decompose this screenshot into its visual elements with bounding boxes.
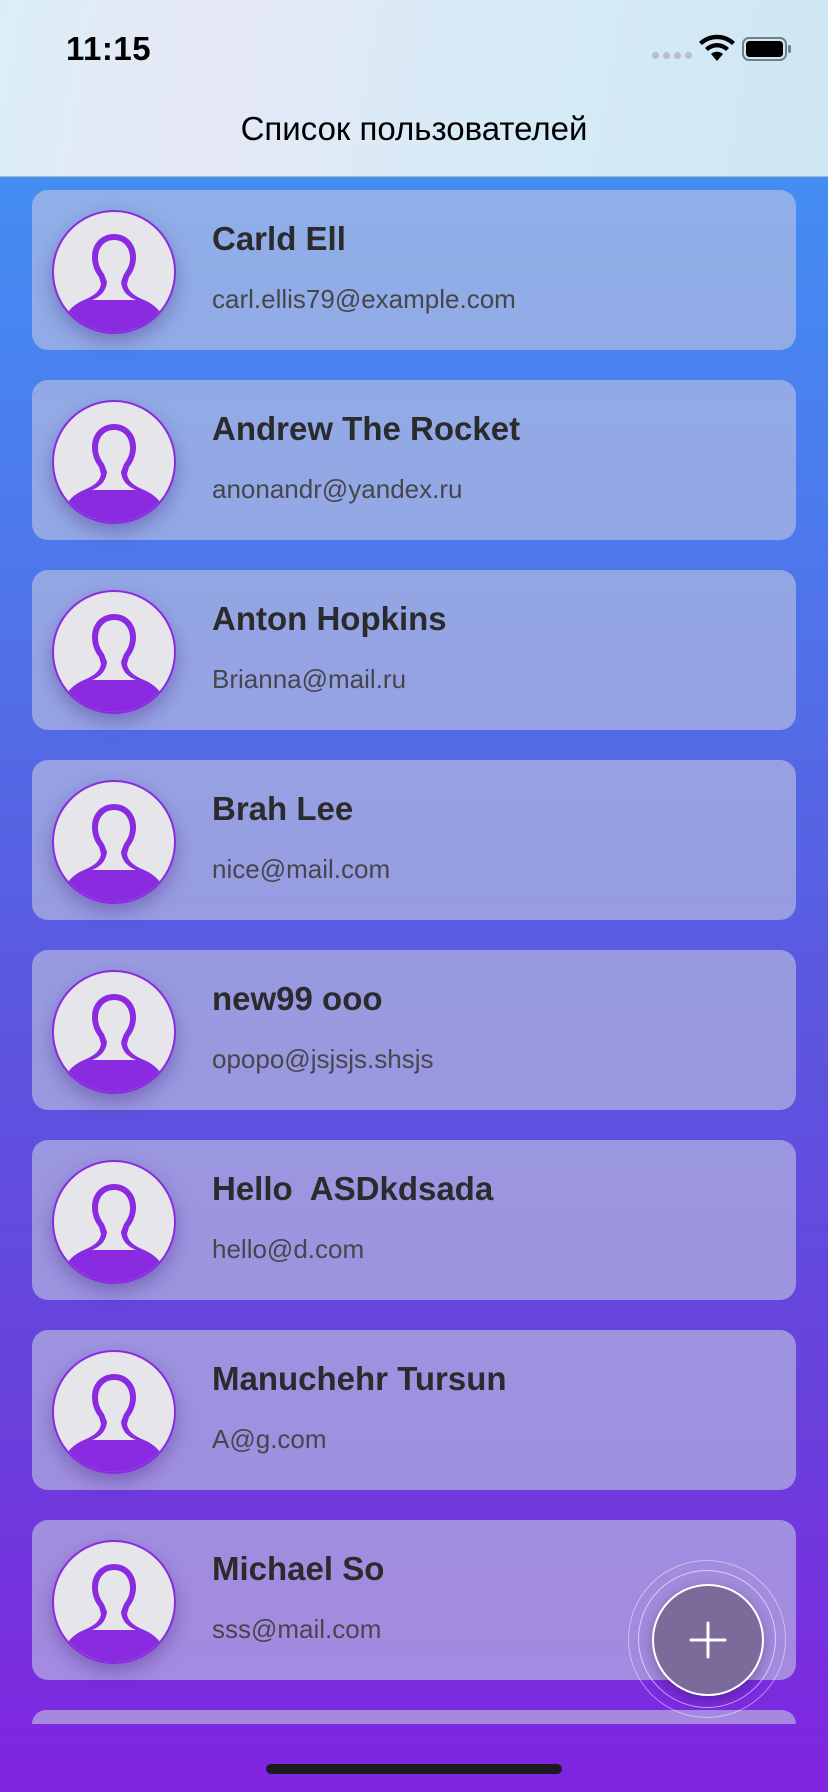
wifi-icon <box>699 34 735 61</box>
user-name: Michael So <box>212 1550 385 1587</box>
user-name: Andrew The Rocket <box>212 410 521 447</box>
user-name: Hello ASDkdsada <box>212 1170 494 1207</box>
user-silhouette-icon <box>62 234 166 332</box>
user-name: Manuchehr Tursun <box>212 1360 507 1397</box>
user-card[interactable]: Hello ASDkdsada hello@d.com <box>32 1140 796 1300</box>
user-card[interactable]: Brah Lee nice@mail.com <box>32 760 796 920</box>
user-card[interactable]: Andrew The Rocket anonandr@yandex.ru <box>32 380 796 540</box>
avatar <box>52 1540 176 1664</box>
navigation-bar: 11:15 Список пользователей <box>0 0 828 177</box>
user-silhouette-icon <box>62 1564 166 1662</box>
user-silhouette-icon <box>62 614 166 712</box>
avatar <box>52 210 176 334</box>
user-email: carl.ellis79@example.com <box>212 284 516 314</box>
avatar <box>52 400 176 524</box>
user-silhouette-icon <box>62 1184 166 1282</box>
avatar <box>52 590 176 714</box>
user-silhouette-icon <box>62 424 166 522</box>
user-email: hello@d.com <box>212 1234 365 1264</box>
user-silhouette-icon <box>62 804 166 902</box>
user-silhouette-icon <box>62 994 166 1092</box>
user-card[interactable]: Manuchehr Tursun A@g.com <box>32 1330 796 1490</box>
user-email: sss@mail.com <box>212 1614 382 1644</box>
add-user-button[interactable] <box>652 1584 764 1696</box>
user-email: nice@mail.com <box>212 854 391 884</box>
avatar <box>52 1160 176 1284</box>
user-email: anonandr@yandex.ru <box>212 474 463 504</box>
plus-icon <box>689 1621 727 1659</box>
user-silhouette-icon <box>62 1374 166 1472</box>
user-email: A@g.com <box>212 1424 327 1454</box>
user-email: opopo@jsjsjs.shsjs <box>212 1044 434 1074</box>
avatar <box>52 780 176 904</box>
battery-icon <box>742 37 791 61</box>
avatar <box>52 1350 176 1474</box>
user-email: Brianna@mail.ru <box>212 664 407 694</box>
home-indicator[interactable] <box>266 1764 562 1774</box>
status-time: 11:15 <box>66 30 152 67</box>
page-title: Список пользователей <box>240 110 588 147</box>
user-card[interactable]: Carld Ell carl.ellis79@example.com <box>32 190 796 350</box>
user-list[interactable]: Carld Ell carl.ellis79@example.com Andrew … <box>32 190 796 1754</box>
cellular-signal-icon <box>652 52 692 59</box>
user-name: Carld Ell <box>212 220 346 257</box>
user-name: Brah Lee <box>212 790 354 827</box>
avatar <box>52 970 176 1094</box>
user-card[interactable]: Anton Hopkins Brianna@mail.ru <box>32 570 796 730</box>
add-user-button-container <box>628 1560 788 1720</box>
user-name: new99 ooo <box>212 980 383 1017</box>
user-name: Anton Hopkins <box>212 600 447 637</box>
user-card[interactable]: new99 ooo opopo@jsjsjs.shsjs <box>32 950 796 1110</box>
